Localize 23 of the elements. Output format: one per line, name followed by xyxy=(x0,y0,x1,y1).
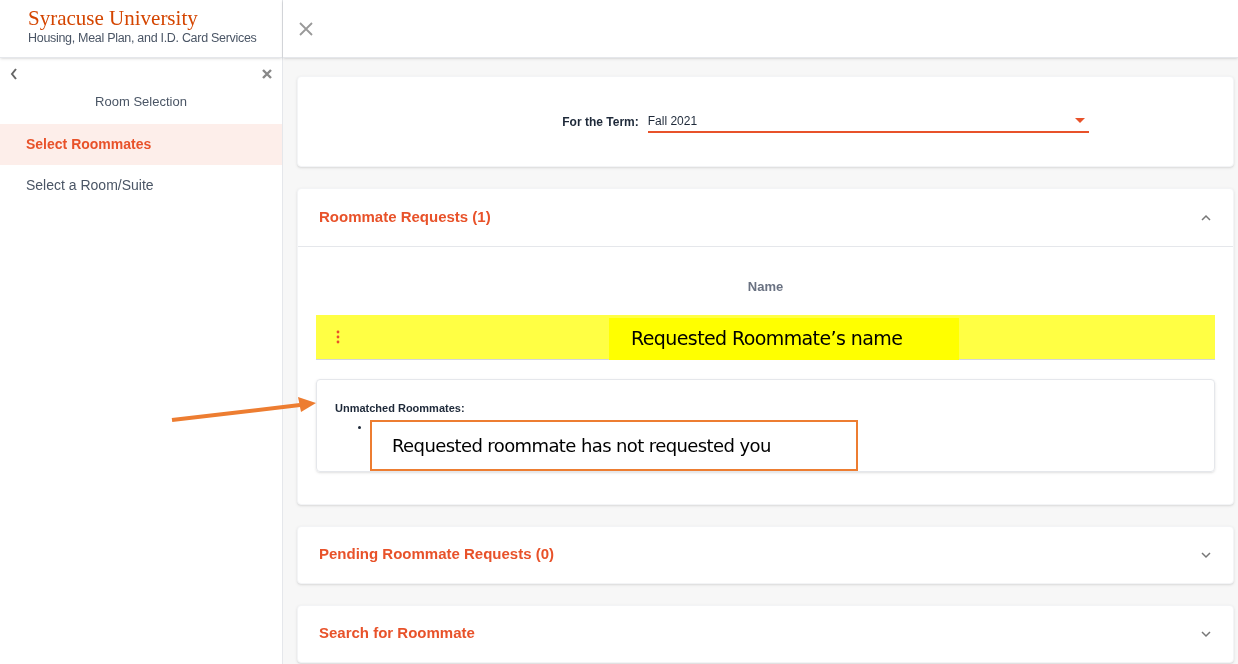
section-header[interactable]: Roommate Requests (1) xyxy=(298,189,1233,247)
sidebar-section-title: Room Selection xyxy=(94,93,188,111)
unmatched-title: Unmatched Roommates: xyxy=(335,400,466,416)
close-icon[interactable] xyxy=(262,69,272,79)
back-chevron-icon[interactable] xyxy=(10,68,18,80)
term-label: For the Term: xyxy=(562,113,639,131)
sidebar-item[interactable]: Select Roommates xyxy=(0,123,282,165)
note-callout: Requested roommate has not requested you xyxy=(370,420,858,471)
dropdown-arrow-icon xyxy=(1074,118,1085,123)
bullet-icon xyxy=(358,426,361,429)
name-callout: Requested Roommate’s name xyxy=(609,317,959,360)
chevron-up-icon xyxy=(1201,213,1211,222)
close-icon[interactable] xyxy=(299,21,313,36)
chevron-down-icon xyxy=(1201,550,1211,559)
sidebar-item[interactable]: Select a Room/Suite xyxy=(0,164,282,206)
chevron-down-icon xyxy=(1201,629,1211,638)
logo-subtitle: Housing, Meal Plan, and I.D. Card Services xyxy=(28,30,258,46)
logo-title: Syracuse University xyxy=(28,6,199,30)
more-options-icon[interactable] xyxy=(336,329,340,344)
section-header[interactable]: Pending Roommate Requests (0) xyxy=(298,526,1233,583)
section-header[interactable]: Search for Roommate xyxy=(298,605,1233,662)
term-dropdown[interactable]: Fall 2021 xyxy=(647,110,1089,133)
column-header: Name xyxy=(747,278,784,296)
